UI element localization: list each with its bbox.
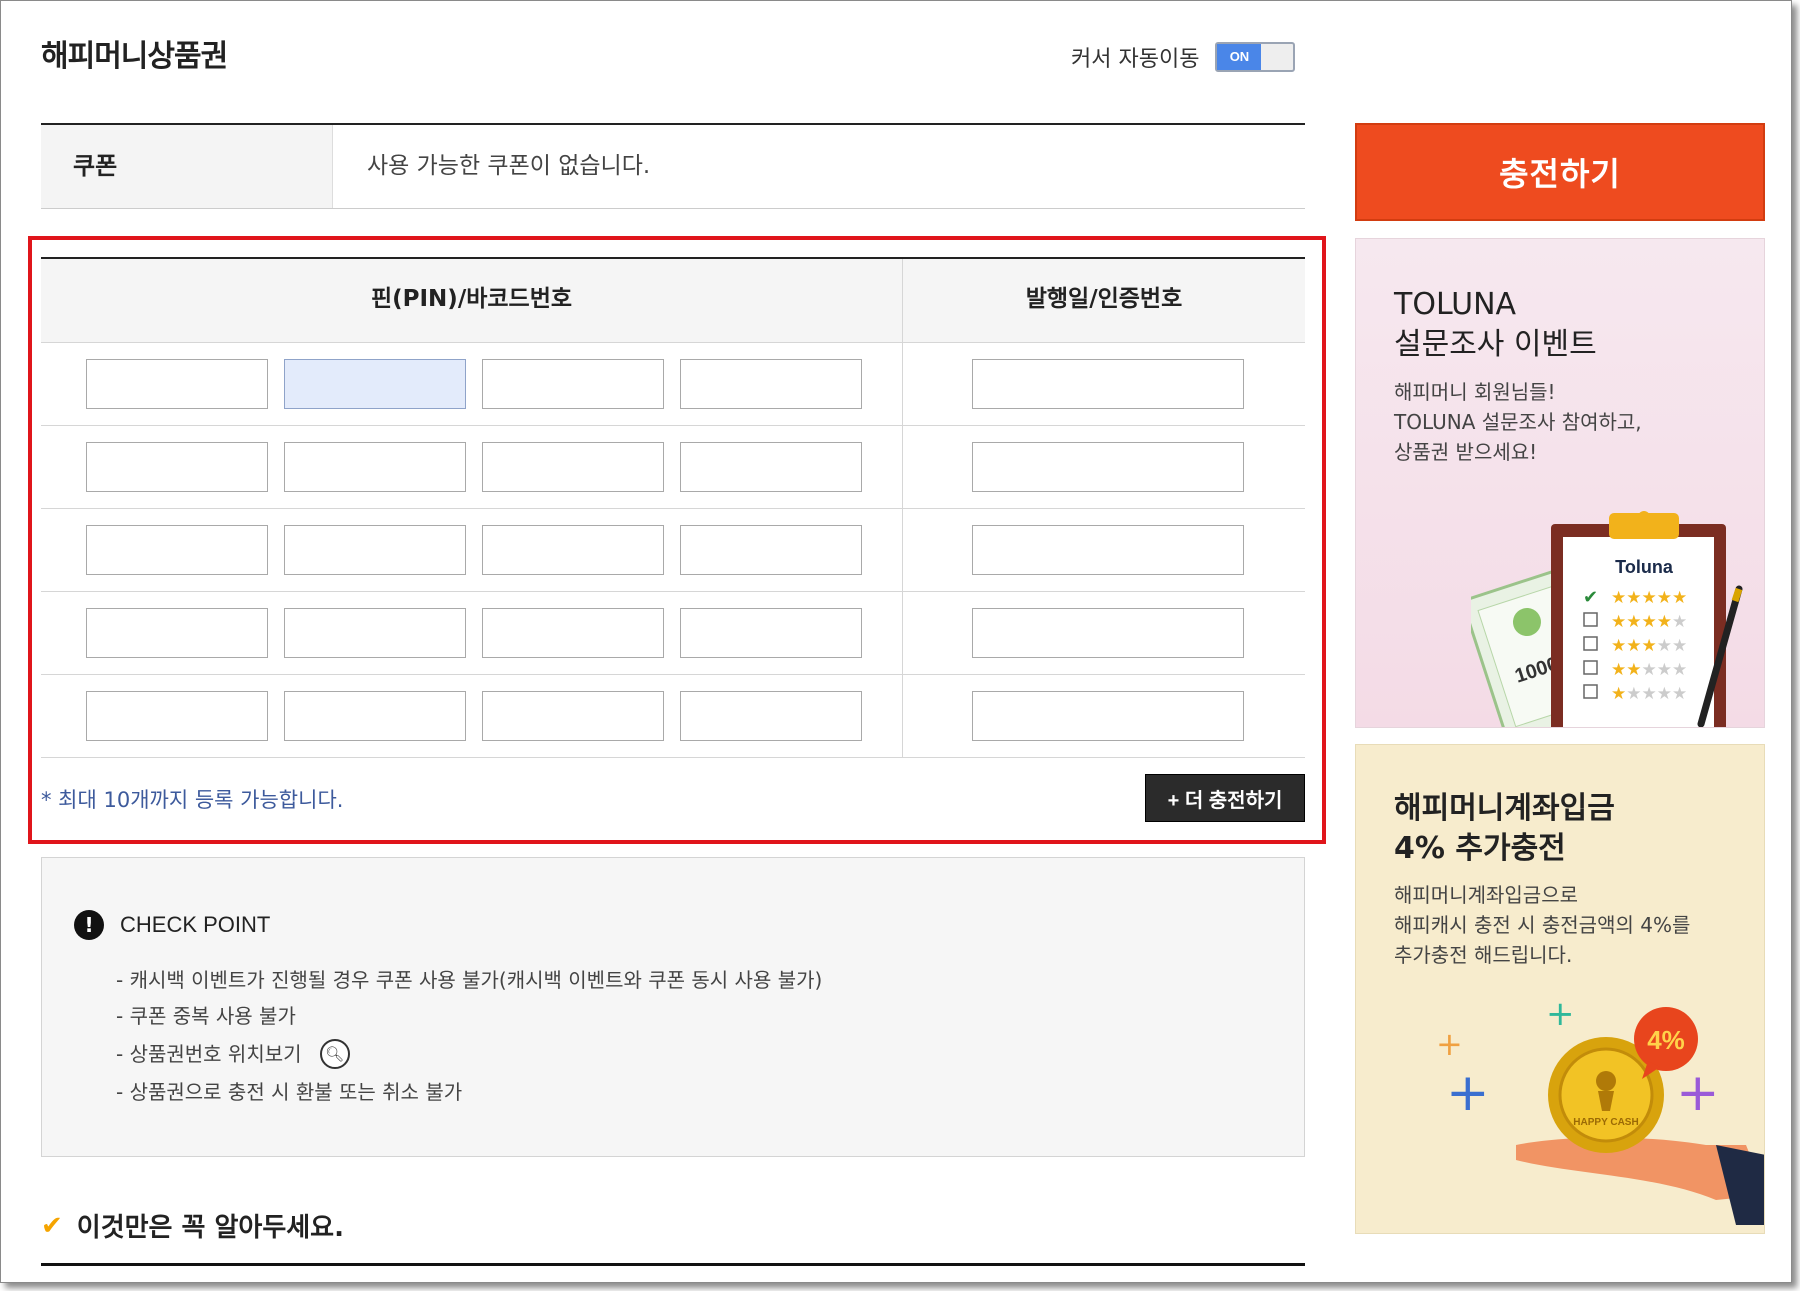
checkpoint-box: ! CHECK POINT - 캐시백 이벤트가 진행될 경우 쿠폰 사용 불가… — [41, 857, 1305, 1157]
banner-desc-line: 해피캐시 충전 시 충전금액의 4%를 — [1394, 913, 1691, 937]
coupon-value: 사용 가능한 쿠폰이 없습니다. — [367, 153, 651, 179]
checkpoint-item-text: - 상품권으로 충전 시 환불 또는 취소 불가 — [116, 1080, 463, 1104]
svg-text:★★★★★: ★★★★★ — [1611, 684, 1687, 704]
banner-desc-line: TOLUNA 설문조사 참여하고, — [1394, 410, 1642, 434]
toluna-logo: Toluna — [1615, 557, 1674, 577]
toluna-event-banner[interactable]: TOLUNA 설문조사 이벤트 해피머니 회원님들! TOLUNA 설문조사 참… — [1355, 238, 1765, 728]
auto-cursor-control: 커서 자동이동 ON — [1071, 41, 1296, 73]
svg-text:+: + — [1446, 1063, 1490, 1123]
svg-text:★★★★★: ★★★★★ — [1611, 660, 1687, 680]
checkpoint-item-text: - 쿠폰 중복 사용 불가 — [116, 1004, 296, 1028]
checkpoint-item-text: - 캐시백 이벤트가 진행될 경우 쿠폰 사용 불가(캐시백 이벤트와 쿠폰 동… — [116, 968, 823, 992]
banner-desc-line: 해피머니계좌입금으로 — [1394, 883, 1578, 907]
banner-title-line: TOLUNA — [1394, 287, 1517, 322]
banner-desc-line: 추가충전 해드립니다. — [1394, 943, 1573, 967]
svg-text:★★★★★: ★★★★★ — [1611, 588, 1687, 608]
banner-title-line: 설문조사 이벤트 — [1394, 327, 1597, 362]
checkmark-icon: ✔ — [41, 1210, 63, 1241]
svg-text:★★★★★: ★★★★★ — [1611, 612, 1687, 632]
checkpoint-item: - 상품권번호 위치보기 🔍︎ — [116, 1034, 822, 1074]
checkpoint-title-text: CHECK POINT — [120, 912, 271, 937]
svg-text:+: + — [1436, 1025, 1463, 1063]
coupon-label: 쿠폰 — [41, 125, 333, 208]
checkpoint-item-text: - 상품권번호 위치보기 — [116, 1042, 302, 1066]
banner-description: 해피머니 회원님들! TOLUNA 설문조사 참여하고, 상품권 받으세요! — [1394, 377, 1642, 467]
magnifier-icon[interactable]: 🔍︎ — [319, 1039, 350, 1069]
coin-label: HAPPY CASH — [1573, 1117, 1638, 1128]
checkpoint-item: - 쿠폰 중복 사용 불가 — [116, 998, 822, 1034]
svg-text:★★★★★: ★★★★★ — [1611, 636, 1687, 656]
charge-button[interactable]: 충전하기 — [1355, 123, 1765, 221]
checkpoint-item: - 상품권으로 충전 시 환불 또는 취소 불가 — [116, 1074, 822, 1110]
svg-text:+: + — [1676, 1063, 1720, 1123]
auto-cursor-label: 커서 자동이동 — [1071, 47, 1200, 72]
banner-description: 해피머니계좌입금으로 해피캐시 충전 시 충전금액의 4%를 추가충전 해드립니… — [1394, 880, 1690, 970]
checkpoint-item: - 캐시백 이벤트가 진행될 경우 쿠폰 사용 불가(캐시백 이벤트와 쿠폰 동… — [116, 962, 822, 998]
banner-title: 해피머니계좌입금 4% 추가충전 — [1394, 789, 1615, 869]
coin-hand-illustration: + + + + HAPPY CASH 4% — [1436, 995, 1764, 1225]
divider — [41, 1263, 1305, 1266]
svg-text:+: + — [1546, 995, 1575, 1034]
bonus-badge: 4% — [1647, 1025, 1685, 1055]
svg-text:✔: ✔ — [1583, 587, 1598, 608]
exclamation-icon: ! — [74, 910, 104, 940]
account-deposit-banner[interactable]: 해피머니계좌입금 4% 추가충전 해피머니계좌입금으로 해피캐시 충전 시 충전… — [1355, 744, 1765, 1234]
checkpoint-list: - 캐시백 이벤트가 진행될 경우 쿠폰 사용 불가(캐시백 이벤트와 쿠폰 동… — [116, 962, 822, 1110]
clipboard-survey-illustration: 10000 Toluna ✔ ★★★★★ ★★★★★ ★★★★★ ★★★★★ ★… — [1471, 511, 1743, 727]
banner-desc-line: 상품권 받으세요! — [1394, 440, 1538, 464]
coupon-row: 쿠폰 사용 가능한 쿠폰이 없습니다. — [41, 123, 1305, 209]
page-frame: 해피머니상품권 커서 자동이동 ON 쿠폰 사용 가능한 쿠폰이 없습니다. 핀… — [0, 0, 1792, 1283]
must-know-title: 이것만은 꼭 알아두세요. — [76, 1213, 344, 1243]
auto-cursor-toggle[interactable]: ON — [1215, 42, 1296, 72]
page-title: 해피머니상품권 — [41, 39, 228, 74]
highlight-box — [28, 236, 1326, 844]
toggle-on-label: ON — [1217, 44, 1262, 70]
checkpoint-title: ! CHECK POINT — [74, 910, 270, 940]
banner-title-line: 해피머니계좌입금 — [1394, 791, 1615, 826]
must-know-heading: ✔ 이것만은 꼭 알아두세요. — [41, 1207, 344, 1244]
banner-desc-line: 해피머니 회원님들! — [1394, 380, 1556, 404]
banner-title-line: 4% 추가충전 — [1394, 831, 1566, 866]
banner-title: TOLUNA 설문조사 이벤트 — [1394, 285, 1597, 365]
